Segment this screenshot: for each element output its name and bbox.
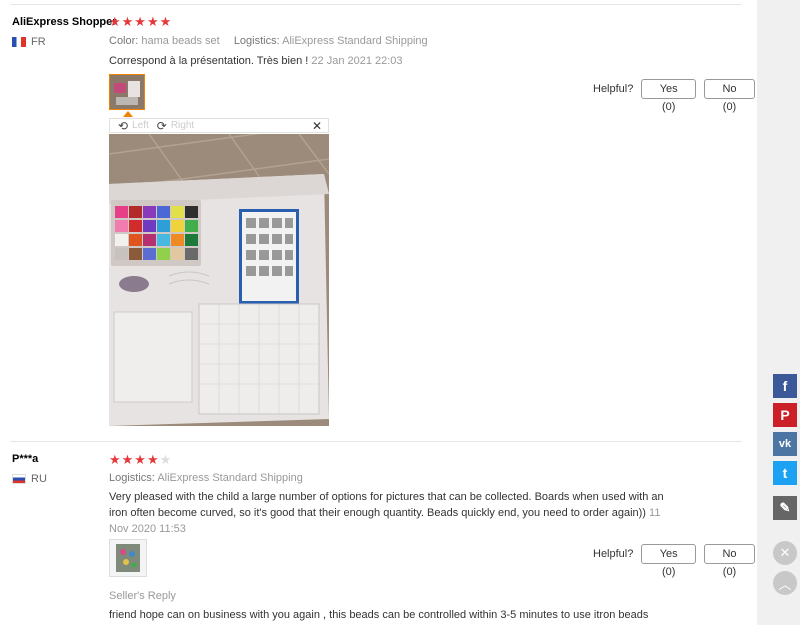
logistics-value: AliExpress Standard Shipping — [157, 472, 303, 484]
helpful-yes-button[interactable]: Yes (0) — [641, 544, 697, 578]
color-value: hama beads set — [141, 35, 220, 47]
pinterest-share-icon[interactable]: P — [773, 403, 797, 427]
helpful-controls: Helpful? Yes (0) No (0) — [593, 79, 755, 113]
rotate-left-control[interactable]: ⟲ Left — [118, 119, 149, 133]
review-photo-thumbnail[interactable] — [109, 74, 145, 110]
scroll-up-icon[interactable]: ︿ — [773, 571, 797, 595]
helpful-yes-button[interactable]: Yes (0) — [641, 79, 697, 113]
review-body: Very pleased with the child a large numb… — [109, 491, 664, 519]
helpful-label: Helpful? — [593, 548, 634, 560]
reviewer-country: RU — [12, 473, 47, 485]
reviewer-name: P***a — [12, 453, 39, 465]
rotate-right-control[interactable]: ⟳ Right — [157, 119, 194, 133]
russia-flag-icon — [12, 474, 26, 484]
logistics-label: Logistics: — [233, 35, 280, 47]
rotate-left-label: Left — [132, 120, 149, 131]
review-photo-thumbnail[interactable] — [109, 539, 147, 577]
helpful-no-button[interactable]: No (0) — [704, 79, 755, 113]
rotate-right-icon: ⟳ — [156, 118, 167, 133]
star-rating: ★★★★★ — [109, 452, 172, 468]
right-gutter — [757, 0, 800, 625]
top-divider — [10, 4, 742, 5]
close-icon[interactable]: ✕ — [312, 119, 322, 133]
country-code: FR — [31, 36, 46, 48]
helpful-controls: Helpful? Yes (0) No (0) — [593, 544, 755, 578]
review-photo-large — [109, 134, 329, 426]
logistics-label: Logistics: — [109, 472, 155, 484]
stars-filled: ★★★★ — [109, 452, 160, 467]
helpful-label: Helpful? — [593, 83, 634, 95]
review-text: Correspond à la présentation. Très bien … — [109, 53, 679, 69]
thumbnail-pointer — [123, 111, 133, 117]
logistics-value: AliExpress Standard Shipping — [282, 35, 428, 47]
review-body: Correspond à la présentation. Très bien … — [109, 55, 309, 67]
seller-reply-text: friend hope can on business with you aga… — [109, 609, 649, 621]
facebook-share-icon[interactable]: f — [773, 374, 797, 398]
review-attributes: Color: hama beads set Logistics: AliExpr… — [109, 35, 428, 47]
reviewer-name: AliExpress Shopper — [12, 16, 117, 28]
review-date: 22 Jan 2021 22:03 — [311, 55, 403, 67]
france-flag-icon — [12, 37, 26, 47]
reviews-panel: AliExpress Shopper FR ★★★★★ Color: hama … — [0, 0, 755, 625]
review-divider — [10, 441, 742, 442]
country-code: RU — [31, 473, 47, 485]
close-icon[interactable]: ✕ — [773, 541, 797, 565]
review-text: Very pleased with the child a large numb… — [109, 489, 679, 537]
vk-share-icon[interactable]: vk — [773, 432, 797, 456]
reviewer-country: FR — [12, 36, 46, 48]
review-attributes: Logistics: AliExpress Standard Shipping — [109, 472, 303, 484]
rotate-left-icon: ⟲ — [118, 118, 129, 133]
star-rating: ★★★★★ — [109, 14, 173, 29]
edit-icon[interactable]: ✎ — [773, 496, 797, 520]
helpful-no-button[interactable]: No (0) — [704, 544, 755, 578]
stars-empty: ★ — [159, 452, 173, 467]
twitter-share-icon[interactable]: t — [773, 461, 797, 485]
photo-viewer-toolbar: ⟲ Left ⟳ Right ✕ — [109, 118, 329, 133]
rotate-right-label: Right — [170, 120, 195, 131]
seller-reply-label: Seller's Reply — [109, 590, 176, 602]
color-label: Color: — [109, 35, 139, 47]
